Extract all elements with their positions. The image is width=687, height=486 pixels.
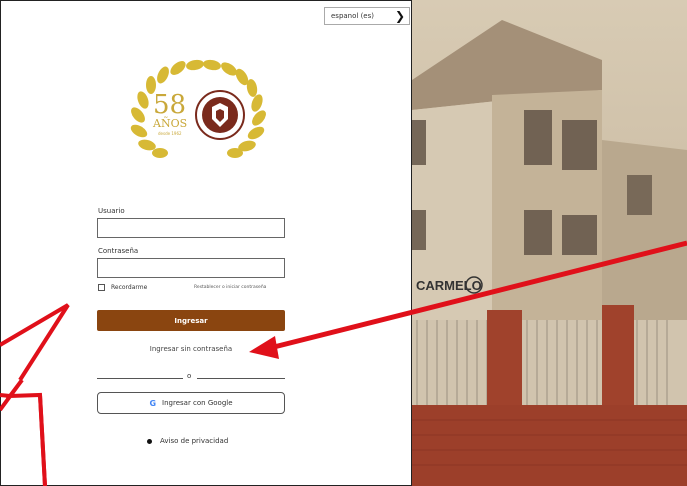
remember-label: Recordarme xyxy=(111,284,148,291)
password-label: Contraseña xyxy=(98,247,139,255)
login-panel: espanol (es) ❯ 58 AÑOS desde 1962 Usuari… xyxy=(0,0,412,486)
building-sign-text: CARMELO xyxy=(416,278,482,293)
passwordless-login-link[interactable]: Ingresar sin contraseña xyxy=(97,345,285,353)
or-separator: o xyxy=(187,372,192,380)
building-illustration xyxy=(412,0,687,486)
divider-left xyxy=(97,378,183,379)
school-anniversary-logo: 58 AÑOS desde 1962 xyxy=(130,59,266,158)
building-photo: CARMELO xyxy=(412,0,687,486)
privacy-label: Aviso de privacidad xyxy=(160,437,229,445)
checkbox-box[interactable] xyxy=(98,284,105,291)
password-input[interactable] xyxy=(97,258,285,278)
logo-word: AÑOS xyxy=(152,116,187,130)
google-icon: G xyxy=(149,398,157,408)
google-login-label: Ingresar con Google xyxy=(162,399,233,407)
privacy-notice-link[interactable]: Aviso de privacidad xyxy=(147,437,228,445)
forgot-password-link[interactable]: Restablecer o iniciar contraseña xyxy=(194,285,266,290)
chevron-down-icon: ❯ xyxy=(394,9,405,23)
google-login-button[interactable]: G Ingresar con Google xyxy=(97,392,285,414)
bullet-icon xyxy=(147,438,152,444)
logo-number: 58 xyxy=(153,90,186,120)
username-label: Usuario xyxy=(98,207,125,215)
login-button[interactable]: Ingresar xyxy=(97,310,285,331)
logo-since: desde 1962 xyxy=(158,131,182,136)
remember-me-checkbox[interactable]: Recordarme xyxy=(98,284,147,291)
language-value: espanol (es) xyxy=(331,12,374,20)
username-input[interactable] xyxy=(97,218,285,238)
language-selector[interactable]: espanol (es) ❯ xyxy=(324,7,410,25)
divider-right xyxy=(197,378,285,379)
